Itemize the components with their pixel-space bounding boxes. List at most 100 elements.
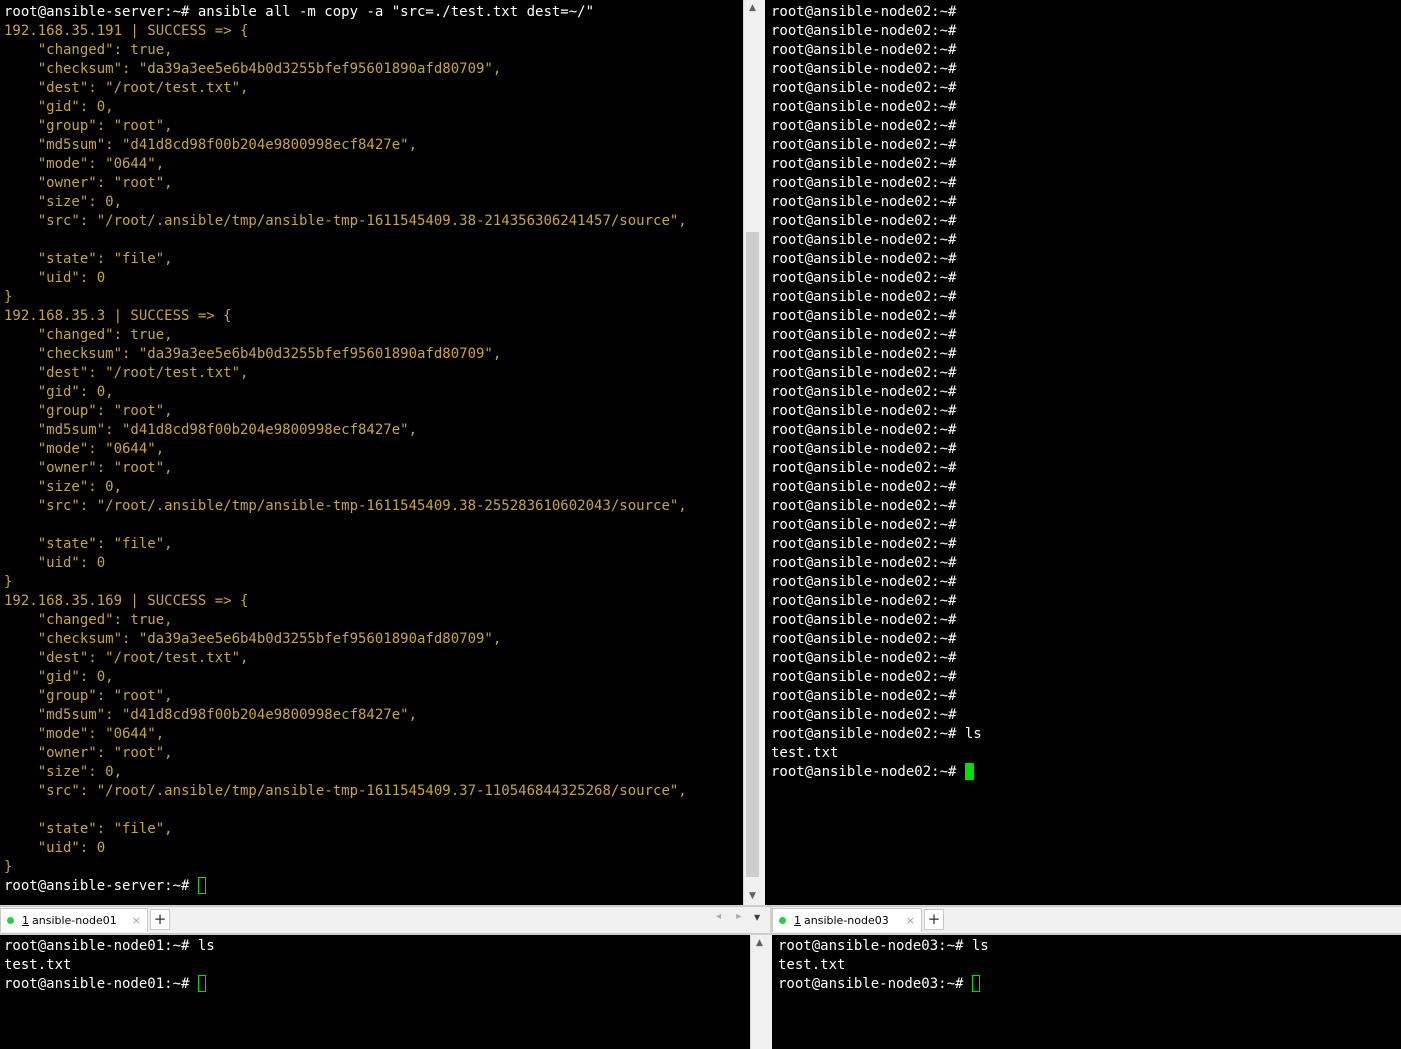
terminal-line: "gid": 0, (4, 669, 114, 685)
terminal-output: root@ansible-server:~# ansible all -m co… (4, 3, 687, 896)
connected-status-icon (779, 917, 786, 924)
terminal-line: "mode": "0644", (4, 441, 165, 457)
terminal-line: root@ansible-server:~# ansible all -m co… (4, 4, 595, 20)
terminal-line: test.txt (771, 745, 839, 761)
terminal-line: root@ansible-node02:~# (771, 612, 957, 628)
terminal-line: "gid": 0, (4, 99, 114, 115)
tab-index: 1 (794, 914, 801, 927)
terminal-line: } (4, 574, 13, 590)
tab-close-icon[interactable]: × (906, 914, 915, 927)
terminal-line: "uid": 0 (4, 840, 106, 856)
terminal-line: "dest": "/root/test.txt", (4, 365, 249, 381)
terminal-line: root@ansible-node02:~# (771, 536, 957, 552)
terminal-line: root@ansible-node02:~# (771, 631, 957, 647)
terminal-line: root@ansible-node02:~# (771, 650, 957, 666)
terminal-line: root@ansible-node02:~# (771, 384, 957, 400)
terminal-ansible-server[interactable]: root@ansible-server:~# ansible all -m co… (0, 0, 743, 905)
terminal-line: "checksum": "da39a3ee5e6b4b0d3255bfef956… (4, 631, 502, 647)
terminal-line: "gid": 0, (4, 384, 114, 400)
terminal-line: root@ansible-node02:~# (771, 118, 957, 134)
tab-close-icon[interactable]: × (132, 914, 141, 927)
terminal-line: root@ansible-node02:~# (771, 175, 957, 191)
terminal-line: root@ansible-node02:~# (771, 460, 957, 476)
terminal-line: root@ansible-node02:~# (771, 99, 957, 115)
terminal-line: root@ansible-node02:~# (771, 707, 957, 723)
terminal-ansible-node01[interactable]: root@ansible-node01:~# ls test.txt root@an… (0, 935, 750, 1049)
terminal-line: root@ansible-node02:~# (771, 23, 957, 39)
terminal-line: 192.168.35.169 | SUCCESS => { (4, 593, 249, 609)
prompt-text: root@ansible-server:~# (4, 878, 198, 894)
terminal-line: "state": "file", (4, 536, 173, 552)
prompt-line: root@ansible-node02:~# (771, 763, 982, 782)
terminal-line: root@ansible-node02:~# (771, 61, 957, 77)
prompt-text: root@ansible-node01:~# (4, 976, 198, 992)
terminal-line: "owner": "root", (4, 175, 173, 191)
terminal-line: "group": "root", (4, 118, 173, 134)
terminal-line: "changed": true, (4, 42, 173, 58)
terminal-line: root@ansible-node02:~# (771, 251, 957, 267)
prompt-text: root@ansible-node03:~# (778, 976, 972, 992)
tabbar-right: 1 ansible-node03 × + (772, 906, 1401, 934)
text-cursor (971, 975, 980, 992)
terminal-line: root@ansible-node02:~# (771, 137, 957, 153)
tabbar-left: 1 ansible-node01 × + ◂ ▸ ▼ (0, 906, 770, 934)
terminal-line: "state": "file", (4, 251, 173, 267)
terminal-line: root@ansible-node02:~# (771, 403, 957, 419)
terminal-line: root@ansible-node01:~# ls (4, 938, 215, 954)
text-cursor (197, 975, 206, 992)
prompt-line: root@ansible-node01:~# (4, 975, 215, 994)
terminal-line: "dest": "/root/test.txt", (4, 80, 249, 96)
terminal-ansible-node02[interactable]: root@ansible-node02:~# root@ansible-node0… (765, 0, 1401, 905)
terminal-line: } (4, 859, 13, 875)
scroll-down-arrow-icon[interactable]: ▼ (744, 888, 761, 905)
scroll-up-arrow-icon[interactable]: ▲ (751, 935, 768, 952)
prompt-line: root@ansible-node03:~# (778, 975, 989, 994)
scroll-up-arrow-icon[interactable]: ▲ (744, 0, 761, 17)
terminal-line: test.txt (778, 957, 846, 973)
terminal-line: "uid": 0 (4, 270, 106, 286)
tab-nav-arrows-icon[interactable]: ◂ ▸ (716, 911, 747, 922)
terminal-output: root@ansible-node03:~# ls test.txt root@an… (778, 937, 989, 994)
terminal-line: "owner": "root", (4, 460, 173, 476)
text-cursor (964, 763, 974, 780)
tab-ansible-node-03[interactable]: 1 ansible-node03 × (772, 908, 922, 932)
tab-ansible-node-01[interactable]: 1 ansible-node01 × (0, 908, 148, 932)
server-scrollbar[interactable]: ▲ ▼ (743, 0, 761, 905)
terminal-line: "group": "root", (4, 403, 173, 419)
text-cursor (197, 877, 206, 894)
tab-index: 1 (22, 914, 29, 927)
terminal-line: "mode": "0644", (4, 156, 165, 172)
terminal-line: "md5sum": "d41d8cd98f00b204e9800998ecf84… (4, 137, 418, 153)
terminal-line: root@ansible-node02:~# (771, 270, 957, 286)
node01-scrollbar[interactable]: ▲ (750, 935, 768, 1049)
terminal-line: root@ansible-node02:~# (771, 308, 957, 324)
scrollbar-thumb[interactable] (746, 232, 759, 877)
connected-status-icon (7, 917, 14, 924)
tab-label: ansible-node01 (32, 914, 117, 927)
terminal-output: root@ansible-node01:~# ls test.txt root@an… (4, 937, 215, 994)
terminal-line: "changed": true, (4, 612, 173, 628)
tab-label: ansible-node03 (804, 914, 889, 927)
terminal-ansible-node03[interactable]: root@ansible-node03:~# ls test.txt root@an… (772, 935, 1401, 1049)
terminal-line: "checksum": "da39a3ee5e6b4b0d3255bfef956… (4, 61, 502, 77)
terminal-line: root@ansible-node02:~# (771, 498, 957, 514)
terminal-line: root@ansible-node02:~# (771, 213, 957, 229)
prompt-line: root@ansible-server:~# (4, 877, 687, 896)
terminal-line: root@ansible-node02:~# (771, 289, 957, 305)
terminal-line: "group": "root", (4, 688, 173, 704)
terminal-line: "src": "/root/.ansible/tmp/ansible-tmp-1… (4, 783, 687, 799)
terminal-line: "dest": "/root/test.txt", (4, 650, 249, 666)
terminal-line: "src": "/root/.ansible/tmp/ansible-tmp-1… (4, 213, 687, 229)
add-tab-button[interactable]: + (150, 909, 170, 930)
terminal-line: root@ansible-node02:~# (771, 555, 957, 571)
terminal-line: } (4, 289, 13, 305)
terminal-line: root@ansible-node02:~# (771, 479, 957, 495)
terminal-line: root@ansible-node02:~# (771, 232, 957, 248)
terminal-line: root@ansible-node02:~# (771, 517, 957, 533)
add-tab-button[interactable]: + (924, 909, 944, 930)
tab-list-dropdown-icon[interactable]: ▼ (754, 913, 760, 922)
terminal-line: root@ansible-node02:~# (771, 441, 957, 457)
terminal-line: "changed": true, (4, 327, 173, 343)
terminal-line: 192.168.35.3 | SUCCESS => { (4, 308, 232, 324)
terminal-line: "state": "file", (4, 821, 173, 837)
